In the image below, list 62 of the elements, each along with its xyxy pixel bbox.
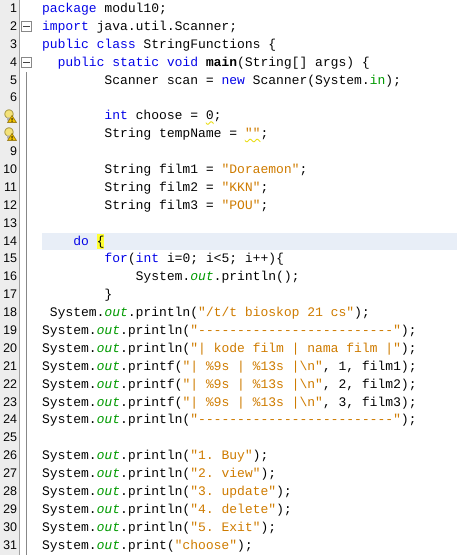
code-line: public class StringFunctions { (42, 36, 276, 52)
code-line: System.out.print("choose"); (42, 538, 253, 553)
line-number: 21 (3, 358, 17, 375)
warning-bulb-icon[interactable] (3, 127, 17, 142)
code-line: import java.util.Scanner; (42, 18, 238, 34)
code-line: } (103, 287, 112, 302)
code-line: String film3 = "POU"; (103, 198, 268, 213)
code-line: System.out.printf("| %9s | %13s |\n", 3, film3); (42, 394, 416, 410)
line-number: 13 (3, 214, 17, 232)
line-number: 9 (10, 143, 17, 160)
line-number: 6 (10, 89, 17, 106)
line-number: 5 (10, 72, 17, 89)
line-number: 24 (3, 411, 17, 428)
code-line: System.out.println("/t/t bioskop 21 cs"); (48, 305, 370, 320)
warning-bulb-icon[interactable] (3, 109, 17, 124)
code-line: public static void main(String[] args) { (56, 54, 370, 70)
code-line: System.out.println("2. view"); (42, 466, 276, 482)
line-number: 25 (3, 429, 17, 446)
line-number: 3 (10, 36, 17, 53)
line-number: 10 (3, 161, 17, 178)
code-line: System.out.println("1. Buy"); (42, 448, 268, 464)
code-line: System.out.printf("| %9s | %13s |\n", 2, film2); (42, 376, 416, 392)
minus-icon (22, 62, 30, 64)
code-line: String tempName = ""; (103, 126, 268, 142)
code-line: System.out.println("-------------------------"); (42, 323, 416, 338)
line-number: 30 (3, 518, 17, 536)
line-number: 26 (3, 447, 17, 464)
code-line: System.out.println("4. delete"); (42, 502, 292, 517)
line-number: 16 (3, 268, 17, 286)
code-line: String film1 = "Doraemon"; (103, 162, 308, 178)
code-line: String film2 = "KKN"; (103, 180, 268, 195)
minus-icon (22, 26, 30, 28)
line-number: 12 (3, 196, 17, 214)
code-line: System.out.println(); (134, 269, 300, 284)
line-number: 1 (10, 0, 17, 17)
code-line: package modul10; (42, 1, 167, 16)
line-number: 17 (3, 286, 17, 304)
fold-toggle[interactable] (20, 21, 32, 32)
code-line: do { (72, 234, 104, 249)
code-line: System.out.printf("| %9s | %13s |\n", 1, film1); (42, 358, 416, 374)
line-number: 28 (3, 483, 17, 500)
line-number: 29 (3, 500, 17, 518)
code-line: for(int i=0; i<5; i++){ (103, 251, 284, 266)
line-number: 27 (3, 465, 17, 482)
code-line: System.out.println("5. Exit"); (42, 520, 276, 535)
code-line: int choose = 0; (103, 108, 222, 124)
line-number: 31 (3, 536, 17, 554)
fold-toggle[interactable] (20, 57, 32, 68)
line-number: 23 (3, 394, 17, 411)
line-number: 22 (3, 376, 17, 393)
line-number: 15 (3, 250, 17, 268)
line-number: 11 (4, 178, 17, 196)
code-line: Scanner scan = new Scanner(System.in); (103, 72, 401, 88)
line-number: 4 (10, 54, 17, 71)
line-number: 18 (3, 304, 17, 322)
code-line: System.out.println("| kode film | nama film |"); (42, 340, 416, 356)
line-number: 2 (10, 18, 17, 35)
line-number: 19 (3, 322, 17, 340)
line-number: 20 (3, 340, 17, 357)
line-number: 14 (3, 232, 17, 250)
code-line: System.out.println("-------------------------"); (42, 412, 416, 428)
code-line: System.out.println("3. update"); (42, 484, 292, 500)
